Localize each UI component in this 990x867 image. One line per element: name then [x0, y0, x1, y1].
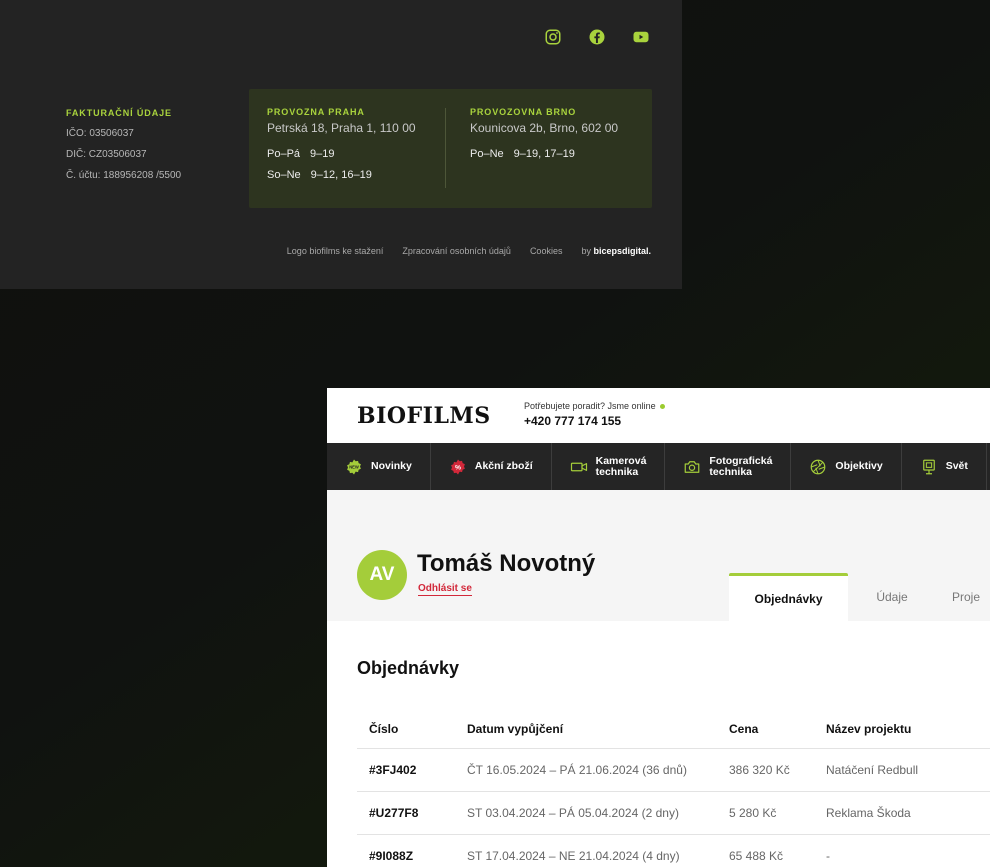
orders-panel: Objednávky Číslo Datum vypůjčení Cena Ná…: [327, 621, 990, 867]
branch-divider: [445, 108, 446, 188]
nav-label: Fotografická technika: [709, 455, 772, 478]
branch-heading: PROVOZOVNA BRNO: [470, 107, 577, 117]
svg-text:NEW: NEW: [349, 464, 359, 469]
category-nav: NEW Novinky % Akční zboží Kamerová techni…: [327, 443, 990, 490]
billing-ico: IČO: 03506037: [66, 128, 134, 139]
hours-time: 9–19, 17–19: [513, 148, 575, 160]
nav-label-line2: technika: [595, 465, 639, 478]
order-date: ST 17.04.2024 – NE 21.04.2024 (4 dny): [467, 849, 680, 863]
nav-label: Objektivy: [835, 460, 883, 472]
credit-link[interactable]: by bicepsdigital.: [581, 246, 651, 256]
hours-row: Po–Ne 9–19, 17–19: [470, 148, 618, 160]
table-row[interactable]: #U277F8 ST 03.04.2024 – PÁ 05.04.2024 (2…: [357, 792, 990, 835]
photo-camera-icon: [685, 460, 700, 473]
user-name: Tomáš Novotný: [417, 550, 596, 577]
light-panel-icon: [922, 459, 935, 474]
credit-prefix: by: [581, 246, 591, 256]
order-project: Natáčení Redbull: [826, 763, 919, 777]
branch-address: Petrská 18, Praha 1, 110 00: [267, 121, 416, 135]
help-text: Potřebujete poradit? Jsme online: [524, 401, 665, 411]
branch-heading: PROVOZNA PRAHA: [267, 107, 365, 117]
column-header[interactable]: Číslo: [357, 722, 467, 736]
privacy-link[interactable]: Zpracování osobních údajů: [402, 246, 511, 256]
branch-praha: PROVOZNA PRAHA Petrská 18, Praha 1, 110 …: [267, 107, 416, 190]
column-header[interactable]: Název projektu: [826, 722, 990, 736]
site-header: BIOFILMS Potřebujete poradit? Jsme onlin…: [327, 388, 990, 443]
hours-days: So–Ne: [267, 169, 301, 181]
tab-projects[interactable]: Proje: [936, 573, 990, 621]
nav-item-fotograficka-technika[interactable]: Fotografická technika: [665, 443, 792, 490]
nav-item-novinky[interactable]: NEW Novinky: [327, 443, 431, 490]
nav-label-line2: technika: [709, 465, 753, 478]
table-row[interactable]: #9I088Z ST 17.04.2024 – NE 21.04.2024 (4…: [357, 835, 990, 867]
hours-days: Po–Pá: [267, 148, 301, 160]
phone-number[interactable]: +420 777 174 155: [524, 414, 665, 428]
cookies-link[interactable]: Cookies: [530, 246, 563, 256]
nav-item-akcni-zbozi[interactable]: % Akční zboží: [431, 443, 552, 490]
hours-time: 9–12, 16–19: [310, 169, 372, 181]
hours-row: So–Ne 9–12, 16–19: [267, 169, 416, 181]
order-price: 386 320 Kč: [729, 763, 790, 777]
order-id[interactable]: #U277F8: [357, 806, 467, 820]
svg-text:%: %: [455, 464, 461, 471]
order-price: 65 488 Kč: [729, 849, 784, 863]
nav-item-kamerova-technika[interactable]: Kamerová technika: [552, 443, 666, 490]
billing-info: FAKTURAČNÍ ÚDAJE IČO: 03506037 DIČ: CZ03…: [66, 108, 181, 181]
billing-heading: FAKTURAČNÍ ÚDAJE: [66, 108, 172, 118]
table-header: Číslo Datum vypůjčení Cena Název projekt…: [357, 709, 990, 749]
order-project: -: [826, 849, 830, 863]
facebook-icon[interactable]: [588, 28, 606, 46]
order-date: ST 03.04.2024 – PÁ 05.04.2024 (2 dny): [467, 806, 679, 820]
branch-hours: Po–Ne 9–19, 17–19: [470, 148, 618, 160]
order-date: ČT 16.05.2024 – PÁ 21.06.2024 (36 dnů): [467, 763, 687, 777]
order-price: 5 280 Kč: [729, 806, 777, 820]
tab-details[interactable]: Údaje: [848, 573, 936, 621]
instagram-icon[interactable]: [544, 28, 562, 46]
nav-item-svet[interactable]: Svět: [902, 443, 987, 490]
avatar: AV: [357, 550, 407, 600]
orders-table: Číslo Datum vypůjčení Cena Název projekt…: [357, 709, 990, 867]
footer-links: Logo biofilms ke stažení Zpracování osob…: [287, 246, 651, 256]
column-header[interactable]: Datum vypůjčení: [467, 722, 729, 736]
orders-heading: Objednávky: [357, 658, 460, 678]
nav-label: Svět: [945, 460, 968, 472]
nav-label: Kamerová technika: [595, 455, 647, 478]
order-project: Reklama Škoda: [826, 806, 911, 820]
logo-download-link[interactable]: Logo biofilms ke stažení: [287, 246, 384, 256]
site-logo[interactable]: BIOFILMS: [357, 403, 491, 429]
online-indicator: [659, 403, 665, 409]
billing-account: Č. účtu: 188956208 /5500: [66, 170, 182, 181]
video-camera-icon: [570, 462, 587, 471]
tab-orders[interactable]: Objednávky: [729, 573, 848, 621]
credit-name: bicepsdigital.: [593, 246, 651, 256]
column-header[interactable]: Cena: [729, 722, 826, 736]
site-footer: FAKTURAČNÍ ÚDAJE IČO: 03506037 DIČ: CZ03…: [0, 0, 682, 289]
branches-box: PROVOZNA PRAHA Petrská 18, Praha 1, 110 …: [249, 89, 652, 208]
account-tabs: Objednávky Údaje Proje: [729, 573, 990, 621]
branch-brno: PROVOZOVNA BRNO Kounicova 2b, Brno, 602 …: [470, 107, 618, 169]
billing-dic: DIČ: CZ03506037: [66, 149, 147, 160]
nav-label: Akční zboží: [474, 460, 533, 472]
aperture-icon: [811, 459, 826, 474]
discount-icon: %: [450, 459, 465, 474]
order-id[interactable]: #9I088Z: [357, 849, 467, 863]
nav-item-objektivy[interactable]: Objektivy: [791, 443, 902, 490]
social-links: [544, 28, 650, 46]
youtube-icon[interactable]: [632, 28, 650, 46]
order-id[interactable]: #3FJ402: [357, 763, 467, 777]
account-page: BIOFILMS Potřebujete poradit? Jsme onlin…: [327, 388, 990, 867]
hours-row: Po–Pá 9–19: [267, 148, 416, 160]
help-label: Potřebujete poradit? Jsme online: [524, 401, 656, 411]
help-contact: Potřebujete poradit? Jsme online +420 77…: [524, 401, 665, 428]
branch-hours: Po–Pá 9–19 So–Ne 9–12, 16–19: [267, 148, 416, 181]
hours-time: 9–19: [310, 148, 335, 160]
branch-address: Kounicova 2b, Brno, 602 00: [470, 121, 619, 135]
table-row[interactable]: #3FJ402 ČT 16.05.2024 – PÁ 21.06.2024 (3…: [357, 749, 990, 792]
new-badge-icon: NEW: [347, 459, 361, 474]
nav-label: Novinky: [371, 460, 412, 472]
hours-days: Po–Ne: [470, 148, 504, 160]
logout-link[interactable]: Odhlásit se: [418, 583, 472, 596]
